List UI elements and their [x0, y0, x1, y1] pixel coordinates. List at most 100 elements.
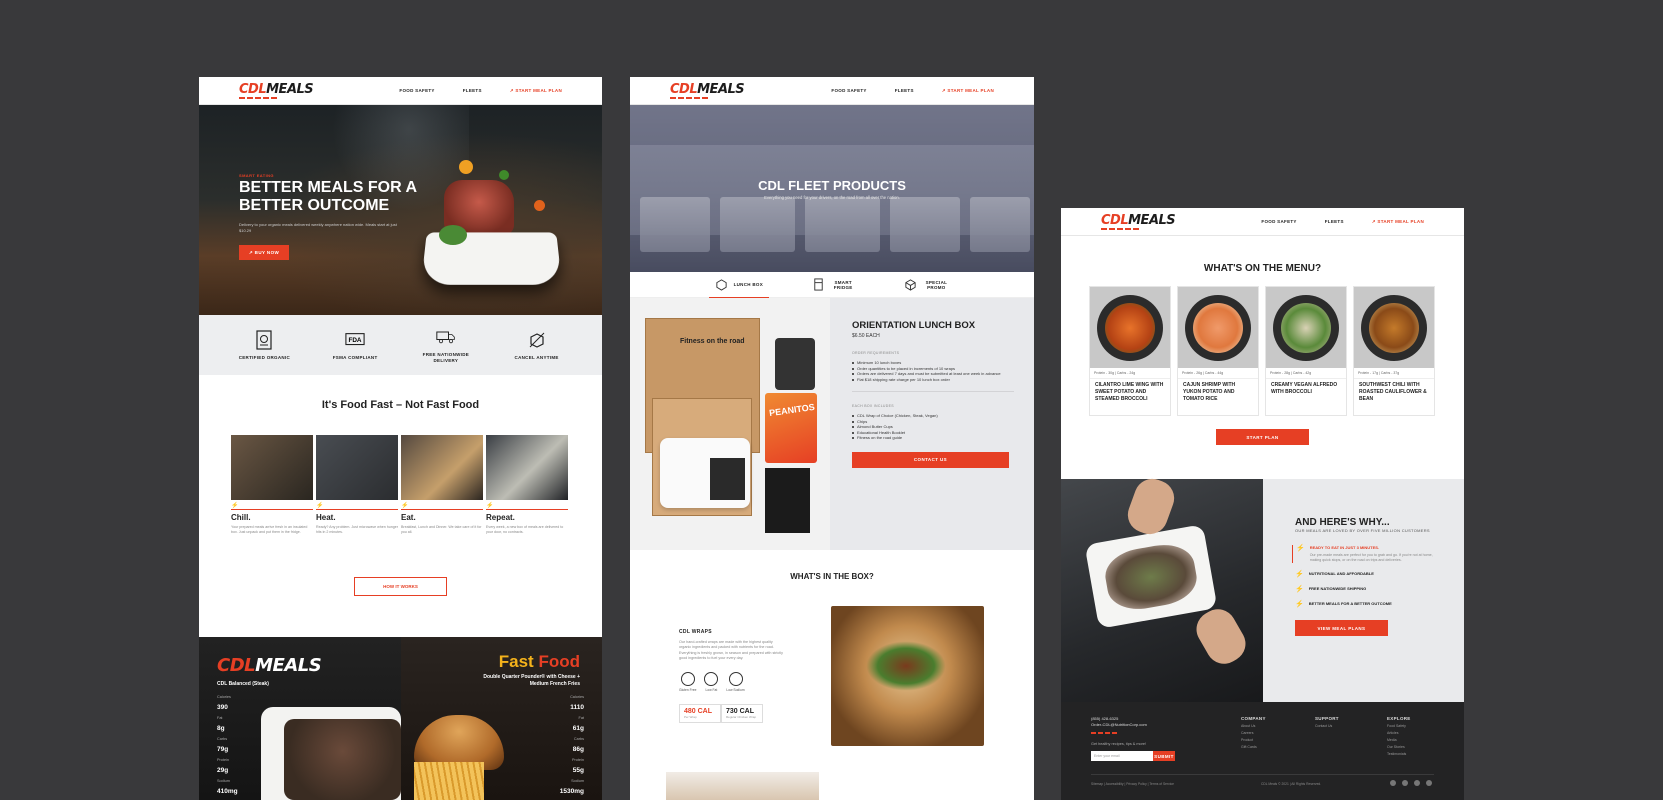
- menu-card[interactable]: Protein - 17g | Carbs - 37g SOUTHWEST CH…: [1353, 286, 1435, 416]
- calorie-compare: 480 CAL Per Wrap 730 CAL Regular Chicken W…: [679, 703, 784, 723]
- facebook-icon[interactable]: [1390, 780, 1396, 786]
- regular-calories: 730 CAL Regular Chicken Wrap: [721, 703, 763, 723]
- footer-contact: (855) 428-6325 Order-CDL@NutritionCorp.co…: [1091, 716, 1147, 727]
- view-meal-plans-button[interactable]: VIEW MEAL PLANS: [1295, 620, 1388, 636]
- bolt-icon: [316, 502, 398, 510]
- almond-cups-image: [775, 338, 815, 390]
- feature-fsma: FDA FSMA COMPLIANT: [320, 329, 390, 361]
- nav-start-meal-plan[interactable]: ↗ START MEAL PLAN: [1372, 219, 1424, 225]
- tab-special-promo[interactable]: SPECIAL PROMO: [898, 272, 955, 298]
- meal-bowl-image: [1361, 294, 1427, 361]
- newsletter-submit-button[interactable]: SUBMIT: [1153, 751, 1175, 761]
- requirements-list: Minimum 10 lunch boxes Order quantities …: [852, 360, 1014, 382]
- step-image: [231, 435, 313, 500]
- whats-in-box-section: WHAT'S IN THE BOX? CDL WRAPS Our hand-cr…: [630, 550, 1034, 746]
- bolt-icon: [486, 502, 568, 510]
- promo-box-icon: [905, 279, 916, 291]
- why-section: AND HERE'S WHY... OUR MEALS ARE LOVED BY…: [1061, 473, 1464, 702]
- fries-image: [414, 762, 484, 800]
- why-item: ⚡ READY TO EAT IN JUST 3 MINUTES. Our pre…: [1292, 545, 1464, 563]
- wrap-package-image: [710, 458, 745, 500]
- next-item-image: [666, 772, 819, 800]
- footer-col-explore: EXPLORE Food Safety Articles Media Our S…: [1387, 716, 1411, 756]
- section-title: WHAT'S IN THE BOX?: [790, 572, 874, 581]
- steps-row: Chill. Your prepared meals arrive fresh …: [199, 435, 602, 535]
- fleet-products-page-mockup: CDLMEALS FOOD SAFETY FLEETS ↗ START MEAL…: [630, 77, 1034, 800]
- menu-cards: Protein - 30g | Carbs - 24g CILANTRO LIM…: [1061, 286, 1464, 416]
- cdl-meals-logo[interactable]: CDLMEALS: [1101, 214, 1176, 230]
- buy-now-button[interactable]: ↗ BUY NOW: [239, 245, 289, 260]
- footer-col-support: SUPPORT Contact Us: [1315, 716, 1339, 728]
- why-item: ⚡ FREE NATIONWIDE SHIPPING: [1295, 586, 1367, 593]
- hero-subtitle: Delivery to your organic meals delivered…: [239, 222, 397, 233]
- cdl-meal-image: [284, 719, 401, 800]
- instagram-icon[interactable]: [1414, 780, 1420, 786]
- step-image: [316, 435, 398, 500]
- cdl-meals-logo[interactable]: CDLMEALS: [670, 83, 745, 99]
- twitter-icon[interactable]: [1426, 780, 1432, 786]
- contact-us-button[interactable]: CONTACT US: [852, 451, 1009, 468]
- truck-icon: [436, 326, 456, 348]
- cdl-meals-logo: CDLMEALS: [217, 655, 322, 676]
- hero-section: SMART EATING BETTER MEALS FOR A BETTER O…: [199, 105, 602, 315]
- nav-fleets[interactable]: FLEETS: [895, 88, 914, 94]
- footer-legal-links[interactable]: Sitemap | Accessibility | Privacy Policy…: [1091, 782, 1174, 786]
- features-bar: CERTIFIED ORGANIC FDA FSMA COMPLIANT FRE…: [199, 315, 602, 375]
- gluten-free-icon: Gluten Free: [679, 671, 696, 692]
- step-image: [486, 435, 568, 500]
- menu-card[interactable]: Protein - 28g | Carbs - 42g CREAMY VEGAN…: [1265, 286, 1347, 416]
- certificate-icon: [254, 329, 274, 351]
- vegetable-image: [534, 200, 545, 211]
- footer-col-company: COMPANY About Us Careers Product Gift Ca…: [1241, 716, 1266, 749]
- nav-fleets[interactable]: FLEETS: [1325, 219, 1344, 225]
- item-description: Our hand-crafted wraps are made with the…: [679, 640, 783, 661]
- wrap-image: [831, 606, 984, 746]
- fast-food-nutrition: Calories 1110 Fat 61g Carbs 86g Protein 55g …: [559, 695, 584, 795]
- nav-food-safety[interactable]: FOOD SAFETY: [1261, 219, 1296, 225]
- fleet-hero: CDL FLEET PRODUCTS Everything you need f…: [630, 105, 1034, 272]
- nav-start-meal-plan[interactable]: ↗ START MEAL PLAN: [510, 88, 562, 94]
- low-sodium-icon: Low Sodium: [726, 671, 745, 692]
- section-title: It's Food Fast – Not Fast Food: [321, 399, 480, 411]
- tab-smart-fridge[interactable]: SMART FRIDGE: [806, 272, 861, 298]
- copyright: CDL Meals © 2021 | All Rights Reserved.: [1261, 782, 1322, 786]
- lunch-box-image: Fitness on the road PEANITOS: [630, 298, 830, 550]
- meal-bowl-image: [1185, 294, 1251, 361]
- fast-food-meal-name: Double Quarter Pounder® with Cheese + Me…: [483, 674, 580, 687]
- nav-start-meal-plan[interactable]: ↗ START MEAL PLAN: [942, 88, 994, 94]
- bolt-icon: ⚡: [1295, 586, 1304, 593]
- item-title: CDL WRAPS: [679, 629, 712, 635]
- newsletter-label: Get healthy recipes, tips & more!: [1091, 742, 1147, 746]
- menu-card[interactable]: Protein - 26g | Carbs - 44g CAJUN SHRIMP…: [1177, 286, 1259, 416]
- youtube-icon[interactable]: [1402, 780, 1408, 786]
- bolt-icon: ⚡: [1295, 601, 1304, 608]
- start-plan-button[interactable]: START PLAN: [1216, 429, 1309, 445]
- fridge-icon: [814, 278, 823, 291]
- driver-eating-image: [1061, 473, 1263, 702]
- menu-page-mockup: CDLMEALS FOOD SAFETY FLEETS ↗ START MEAL…: [1061, 208, 1464, 800]
- hero-title: BETTER MEALS FOR A BETTER OUTCOME: [239, 179, 417, 214]
- step-heat: Heat. Ready? Any problem. Just microwave…: [316, 435, 398, 535]
- cdl-meals-logo[interactable]: CDLMEALS: [239, 83, 314, 99]
- svg-text:FDA: FDA: [349, 337, 362, 344]
- hero-subtitle: Everything you need for your drivers, on…: [764, 195, 900, 200]
- cdl-meal-name: CDL Balanced (Steak): [217, 681, 269, 687]
- fast-food-title: Fast Food: [498, 652, 580, 671]
- nav-food-safety[interactable]: FOOD SAFETY: [831, 88, 866, 94]
- why-title: AND HERE'S WHY...: [1295, 517, 1390, 528]
- product-tabs: LUNCH BOX SMART FRIDGE SPECIAL PROMO: [630, 272, 1034, 298]
- menu-card[interactable]: Protein - 30g | Carbs - 24g CILANTRO LIM…: [1089, 286, 1171, 416]
- hero-title: CDL FLEET PRODUCTS: [758, 178, 906, 193]
- tab-lunch-box[interactable]: LUNCH BOX: [708, 272, 770, 298]
- feature-free-delivery: FREE NATIONWIDE DELIVERY: [411, 326, 481, 364]
- newsletter-email-input[interactable]: Enter your email: [1091, 751, 1153, 761]
- how-it-works-button[interactable]: HOW IT WORKS: [354, 577, 447, 596]
- product-detail: Fitness on the road PEANITOS ORIENTATION…: [630, 298, 1034, 550]
- nav-fleets[interactable]: FLEETS: [463, 88, 482, 94]
- step-repeat: Repeat. Every week, a new box of meals a…: [486, 435, 568, 535]
- bolt-icon: ⚡: [1295, 571, 1304, 578]
- cdl-nutrition: Calories 390 Fat 8g Carbs 79g Protein 29g So…: [217, 695, 238, 795]
- nav-food-safety[interactable]: FOOD SAFETY: [399, 88, 434, 94]
- product-info: ORIENTATION LUNCH BOX $6.50 EACH ORDER R…: [830, 298, 1034, 550]
- top-nav: CDLMEALS FOOD SAFETY FLEETS ↗ START MEAL…: [630, 77, 1034, 105]
